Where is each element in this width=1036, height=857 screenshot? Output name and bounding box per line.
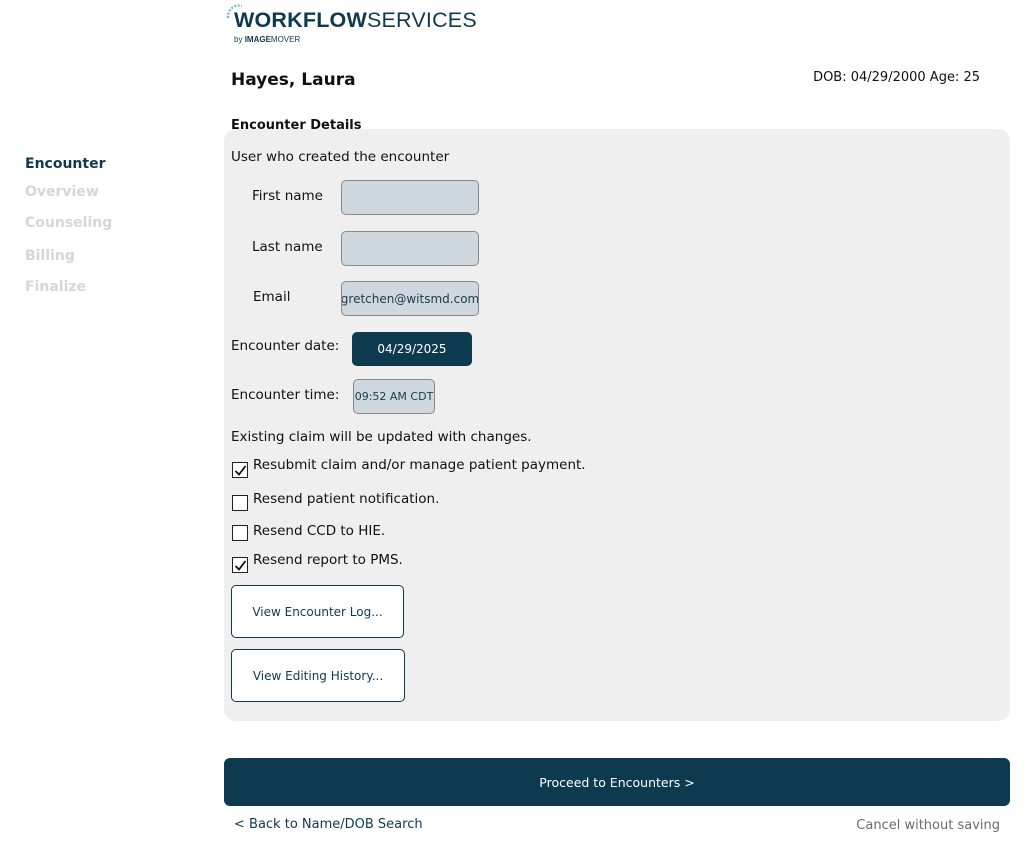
encounter-time-field[interactable]: 09:52 AM CDT xyxy=(353,379,435,414)
first-name-label: First name xyxy=(252,188,323,204)
sidebar-item-finalize[interactable]: Finalize xyxy=(25,279,86,295)
encounter-date-label: Encounter date: xyxy=(231,338,340,354)
logo-wordmark: WORKFLOWSERVICES xyxy=(234,8,477,32)
sidebar-item-encounter[interactable]: Encounter xyxy=(25,156,105,172)
email-field[interactable]: gretchen@witsmd.com xyxy=(341,281,479,316)
workflow-services-logo: WORKFLOWSERVICES by IMAGEMOVER xyxy=(224,2,477,48)
encounter-time-label: Encounter time: xyxy=(231,387,340,403)
sidebar-item-counseling[interactable]: Counseling xyxy=(25,215,112,231)
back-to-search-link[interactable]: < Back to Name/DOB Search xyxy=(234,817,423,832)
checkmark-icon xyxy=(234,559,246,571)
patient-name: Hayes, Laura xyxy=(231,70,356,90)
checkmark-icon xyxy=(234,464,246,476)
sidebar-item-billing[interactable]: Billing xyxy=(25,248,75,264)
resend-report-label: Resend report to PMS. xyxy=(253,552,403,568)
logo-byline: by IMAGEMOVER xyxy=(234,35,301,44)
proceed-to-encounters-button[interactable]: Proceed to Encounters > xyxy=(224,758,1010,806)
encounter-date-button[interactable]: 04/29/2025 xyxy=(352,332,472,366)
patient-dob-age: DOB: 04/29/2000 Age: 25 xyxy=(813,70,980,85)
view-editing-history-button[interactable]: View Editing History... xyxy=(231,649,405,702)
resubmit-claim-checkbox[interactable] xyxy=(232,462,248,478)
creator-heading: User who created the encounter xyxy=(231,149,450,165)
resend-ccd-label: Resend CCD to HIE. xyxy=(253,523,386,539)
last-name-field[interactable] xyxy=(341,231,479,266)
cancel-without-saving-link[interactable]: Cancel without saving xyxy=(856,818,1000,833)
claim-note: Existing claim will be updated with chan… xyxy=(231,429,532,445)
resend-report-checkbox[interactable] xyxy=(232,557,248,573)
resend-notification-label: Resend patient notification. xyxy=(253,491,440,507)
resend-ccd-checkbox[interactable] xyxy=(232,525,248,541)
view-encounter-log-button[interactable]: View Encounter Log... xyxy=(231,585,404,638)
section-title: Encounter Details xyxy=(231,118,362,133)
resubmit-claim-label: Resubmit claim and/or manage patient pay… xyxy=(253,457,586,473)
email-label: Email xyxy=(253,289,291,305)
sidebar-item-overview[interactable]: Overview xyxy=(25,184,99,200)
last-name-label: Last name xyxy=(252,239,323,255)
first-name-field[interactable] xyxy=(341,180,479,215)
resend-notification-checkbox[interactable] xyxy=(232,495,248,511)
